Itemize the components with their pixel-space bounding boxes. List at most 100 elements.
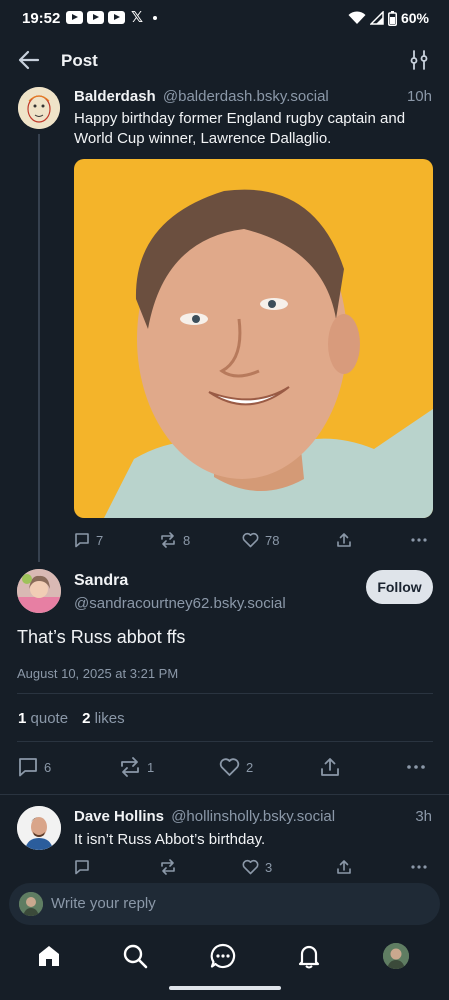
quotes-stat[interactable]: 1 quote [18,710,68,727]
repost-icon [161,859,175,875]
youtube-icon [87,11,104,24]
comment-icon [75,533,89,548]
dot-icon [153,15,158,20]
thread-settings-button[interactable] [409,50,429,70]
status-right: 60% [348,10,429,26]
repost-icon [161,532,175,548]
avatar[interactable] [17,569,61,613]
like-count: 3 [265,859,273,875]
reply-button[interactable] [74,859,96,875]
post-actions: 6 1 2 [18,756,433,778]
avatar[interactable] [18,87,60,129]
author-handle[interactable]: @sandracourtney62.bsky.social [74,595,286,612]
repost-button[interactable]: 8 [159,532,190,548]
author-name[interactable]: Balderdash [74,88,156,105]
status-time: 19:52 [22,10,61,27]
nav-chat[interactable] [208,941,238,971]
x-icon: 𝕏 [131,9,144,26]
post-actions: 3 [74,858,433,876]
home-icon [39,946,59,966]
home-indicator[interactable] [169,986,281,990]
post-time: 3h [415,808,432,825]
repost-count: 8 [183,532,191,548]
wifi-icon [348,11,366,24]
arrow-left-icon [18,50,40,70]
author-name[interactable]: Dave Hollins [74,808,164,825]
post-text: It isn’t Russ Abbot’s birthday. [74,831,266,848]
author-handle[interactable]: @hollinsholly.bsky.social [171,808,335,825]
avatar [19,892,43,916]
like-button[interactable]: 3 [242,859,272,875]
comment-icon [19,758,37,777]
post-time: 10h [406,88,432,105]
chat-icon [210,943,236,969]
search-icon [123,944,148,969]
status-bar: 19:52 𝕏 60% [0,0,449,36]
divider [17,741,433,742]
more-options-button[interactable] [406,757,426,777]
like-button[interactable]: 2 [219,757,253,777]
quotes-label: quote [30,710,69,727]
share-icon [337,533,351,547]
reply-count: 6 [44,759,52,775]
share-button[interactable] [336,532,352,548]
share-button[interactable] [320,757,340,777]
heart-icon [242,532,259,548]
likes-label: likes [94,710,125,727]
nav-home[interactable] [34,941,64,971]
engagement-stats: 1 quote 2 likes [18,710,125,727]
follow-button[interactable]: Follow [366,570,433,604]
reply-composer[interactable]: Write your reply [9,883,440,925]
profile-avatar [383,943,409,969]
avatar[interactable] [17,806,61,850]
divider [17,693,433,694]
thread-line [38,134,40,562]
parent-post[interactable]: Balderdash @balderdash.bsky.social 10h H… [0,84,449,562]
nav-search[interactable] [120,941,150,971]
author-handle[interactable]: @balderdash.bsky.social [163,88,329,105]
more-options-button[interactable] [410,532,428,548]
sliders-icon [410,50,428,70]
heart-icon [242,859,259,875]
like-button[interactable]: 78 [242,532,279,548]
page-title: Post [61,51,98,70]
notification-icons: 𝕏 [66,9,158,26]
reply-button[interactable]: 7 [74,532,103,548]
reply-count: 7 [96,532,104,548]
top-header: Post [0,38,449,84]
quotes-count: 1 [18,710,27,727]
youtube-icon [108,11,125,24]
nav-profile[interactable] [381,941,411,971]
like-count: 2 [246,759,254,775]
like-count: 78 [265,532,280,548]
post-image[interactable] [74,159,433,518]
focused-post: Sandra @sandracourtney62.bsky.social Fol… [0,562,449,790]
share-button[interactable] [336,859,352,875]
share-icon [337,860,351,874]
repost-count: 1 [147,759,155,775]
reply-input-placeholder: Write your reply [51,895,156,912]
share-icon [321,758,339,776]
more-options-button[interactable] [410,859,428,875]
ellipsis-icon [407,765,425,769]
likes-count: 2 [82,710,91,727]
youtube-icon [66,11,83,24]
comment-icon [75,860,89,875]
reply-button[interactable]: 6 [18,757,51,777]
signal-icon [369,11,384,25]
heart-icon [219,758,240,776]
repost-button[interactable]: 1 [119,757,154,777]
bottom-nav [0,935,449,985]
repost-icon [121,757,139,777]
author-name[interactable]: Sandra [74,572,128,590]
post-actions: 7 8 78 [74,530,433,550]
bell-icon [298,945,320,969]
ellipsis-icon [411,865,427,869]
likes-stat[interactable]: 2 likes [82,710,125,727]
post-text: That’s Russ abbot ffs [17,627,186,647]
post-text: Happy birthday former England rugby capt… [74,110,406,147]
repost-button[interactable] [159,859,183,875]
back-button[interactable] [18,50,40,70]
nav-notifications[interactable] [294,941,324,971]
reply-post[interactable]: Dave Hollins @hollinsholly.bsky.social 3… [0,794,449,884]
